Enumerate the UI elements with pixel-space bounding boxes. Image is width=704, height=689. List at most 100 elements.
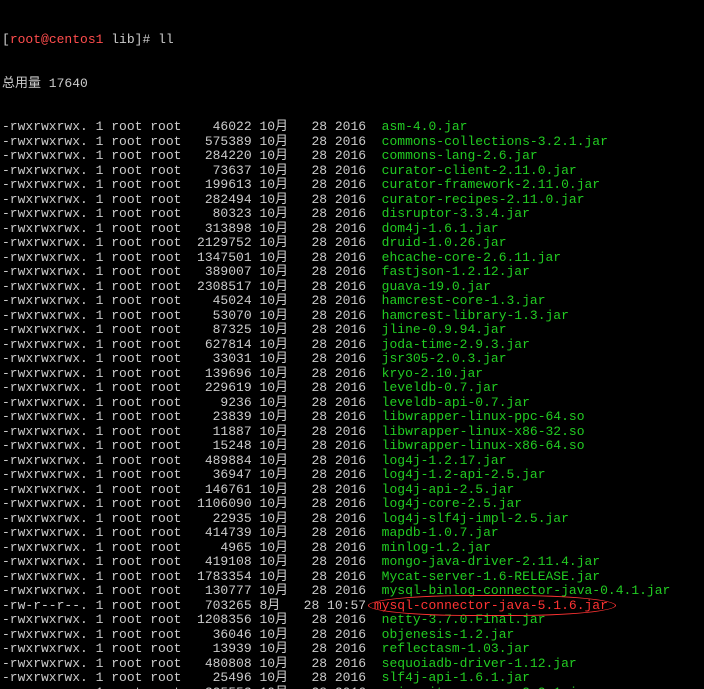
file-row: -rwxrwxrwx. 1 root root 45024 10月 28 201…	[2, 294, 702, 309]
file-meta: -rwxrwxrwx. 1 root root 1347501 10月 28 2…	[2, 250, 382, 265]
file-name: mysql-binlog-connector-java-0.4.1.jar	[382, 583, 671, 598]
file-row: -rwxrwxrwx. 1 root root 229619 10月 28 20…	[2, 381, 702, 396]
file-row: -rwxrwxrwx. 1 root root 389007 10月 28 20…	[2, 265, 702, 280]
file-row: -rwxrwxrwx. 1 root root 46022 10月 28 201…	[2, 120, 702, 135]
file-row: -rwxrwxrwx. 1 root root 1347501 10月 28 2…	[2, 251, 702, 266]
file-row: -rwxrwxrwx. 1 root root 199613 10月 28 20…	[2, 178, 702, 193]
file-row: -rwxrwxrwx. 1 root root 480808 10月 28 20…	[2, 657, 702, 672]
file-name: curator-recipes-2.11.0.jar	[382, 192, 585, 207]
file-meta: -rw-r--r--. 1 root root 703265 8月 28 10:…	[2, 598, 374, 613]
file-name: libwrapper-linux-x86-32.so	[382, 424, 585, 439]
file-name: objenesis-1.2.jar	[382, 627, 515, 642]
file-meta: -rwxrwxrwx. 1 root root 2129752 10月 28 2…	[2, 235, 382, 250]
file-name: libwrapper-linux-ppc-64.so	[382, 409, 585, 424]
file-row: -rwxrwxrwx. 1 root root 313898 10月 28 20…	[2, 222, 702, 237]
file-meta: -rwxrwxrwx. 1 root root 284220 10月 28 20…	[2, 148, 382, 163]
file-meta: -rwxrwxrwx. 1 root root 229619 10月 28 20…	[2, 380, 382, 395]
file-name: sequoiadb-driver-1.12.jar	[382, 656, 577, 671]
prompt-bracket: [	[2, 32, 10, 47]
file-row: -rwxrwxrwx. 1 root root 4965 10月 28 2016…	[2, 541, 702, 556]
file-row: -rw-r--r--. 1 root root 703265 8月 28 10:…	[2, 599, 702, 614]
file-row: -rwxrwxrwx. 1 root root 284220 10月 28 20…	[2, 149, 702, 164]
file-name: log4j-1.2.17.jar	[382, 453, 507, 468]
prompt-user-host: root@centos1	[10, 32, 104, 47]
file-row: -rwxrwxrwx. 1 root root 13939 10月 28 201…	[2, 642, 702, 657]
file-name: hamcrest-core-1.3.jar	[382, 293, 546, 308]
file-name: mapdb-1.0.7.jar	[382, 525, 499, 540]
file-meta: -rwxrwxrwx. 1 root root 575389 10月 28 20…	[2, 134, 382, 149]
file-row: -rwxrwxrwx. 1 root root 575389 10月 28 20…	[2, 135, 702, 150]
file-row: -rwxrwxrwx. 1 root root 282494 10月 28 20…	[2, 193, 702, 208]
file-name: slf4j-api-1.6.1.jar	[382, 670, 530, 685]
file-meta: -rwxrwxrwx. 1 root root 627814 10月 28 20…	[2, 337, 382, 352]
prompt-path: lib	[111, 32, 134, 47]
file-meta: -rwxrwxrwx. 1 root root 480808 10月 28 20…	[2, 656, 382, 671]
file-row: -rwxrwxrwx. 1 root root 22935 10月 28 201…	[2, 512, 702, 527]
file-row: -rwxrwxrwx. 1 root root 15248 10月 28 201…	[2, 439, 702, 454]
file-name: minlog-1.2.jar	[382, 540, 491, 555]
file-name: commons-collections-3.2.1.jar	[382, 134, 608, 149]
prompt-suffix: ]#	[135, 32, 158, 47]
file-name: leveldb-0.7.jar	[382, 380, 499, 395]
file-row: -rwxrwxrwx. 1 root root 139696 10月 28 20…	[2, 367, 702, 382]
file-name: joda-time-2.9.3.jar	[382, 337, 530, 352]
prompt-line: [root@centos1 lib]# ll	[2, 33, 702, 48]
file-meta: -rwxrwxrwx. 1 root root 45024 10月 28 201…	[2, 293, 382, 308]
file-meta: -rwxrwxrwx. 1 root root 87325 10月 28 201…	[2, 322, 382, 337]
file-name: log4j-1.2-api-2.5.jar	[382, 467, 546, 482]
file-listing: -rwxrwxrwx. 1 root root 46022 10月 28 201…	[2, 120, 702, 689]
file-name: commons-lang-2.6.jar	[382, 148, 538, 163]
file-meta: -rwxrwxrwx. 1 root root 282494 10月 28 20…	[2, 192, 382, 207]
file-name: log4j-core-2.5.jar	[382, 496, 522, 511]
file-row: -rwxrwxrwx. 1 root root 9236 10月 28 2016…	[2, 396, 702, 411]
file-name: druid-1.0.26.jar	[382, 235, 507, 250]
file-meta: -rwxrwxrwx. 1 root root 1208356 10月 28 2…	[2, 612, 382, 627]
file-meta: -rwxrwxrwx. 1 root root 33031 10月 28 201…	[2, 351, 382, 366]
file-meta: -rwxrwxrwx. 1 root root 419108 10月 28 20…	[2, 554, 382, 569]
file-row: -rwxrwxrwx. 1 root root 23839 10月 28 201…	[2, 410, 702, 425]
file-meta: -rwxrwxrwx. 1 root root 1106090 10月 28 2…	[2, 496, 382, 511]
file-name: jline-0.9.94.jar	[382, 322, 507, 337]
file-name: curator-framework-2.11.0.jar	[382, 177, 600, 192]
file-row: -rwxrwxrwx. 1 root root 325553 10月 28 20…	[2, 686, 702, 689]
file-name: log4j-slf4j-impl-2.5.jar	[382, 511, 569, 526]
file-meta: -rwxrwxrwx. 1 root root 53070 10月 28 201…	[2, 308, 382, 323]
file-row: -rwxrwxrwx. 1 root root 33031 10月 28 201…	[2, 352, 702, 367]
file-meta: -rwxrwxrwx. 1 root root 130777 10月 28 20…	[2, 583, 382, 598]
file-row: -rwxrwxrwx. 1 root root 36947 10月 28 201…	[2, 468, 702, 483]
file-meta: -rwxrwxrwx. 1 root root 36046 10月 28 201…	[2, 627, 382, 642]
file-meta: -rwxrwxrwx. 1 root root 46022 10月 28 201…	[2, 119, 382, 134]
file-name: jsr305-2.0.3.jar	[382, 351, 507, 366]
terminal-output: [root@centos1 lib]# ll 总用量 17640 -rwxrwx…	[0, 0, 704, 689]
file-name: mongo-java-driver-2.11.4.jar	[382, 554, 600, 569]
file-meta: -rwxrwxrwx. 1 root root 489884 10月 28 20…	[2, 453, 382, 468]
file-meta: -rwxrwxrwx. 1 root root 313898 10月 28 20…	[2, 221, 382, 236]
file-meta: -rwxrwxrwx. 1 root root 139696 10月 28 20…	[2, 366, 382, 381]
file-meta: -rwxrwxrwx. 1 root root 2308517 10月 28 2…	[2, 279, 382, 294]
file-row: -rwxrwxrwx. 1 root root 130777 10月 28 20…	[2, 584, 702, 599]
file-row: -rwxrwxrwx. 1 root root 1106090 10月 28 2…	[2, 497, 702, 512]
total-line: 总用量 17640	[2, 77, 702, 92]
file-row: -rwxrwxrwx. 1 root root 419108 10月 28 20…	[2, 555, 702, 570]
file-row: -rwxrwxrwx. 1 root root 36046 10月 28 201…	[2, 628, 702, 643]
file-name: hamcrest-library-1.3.jar	[382, 308, 569, 323]
file-meta: -rwxrwxrwx. 1 root root 9236 10月 28 2016	[2, 395, 382, 410]
file-name: asm-4.0.jar	[382, 119, 468, 134]
file-meta: -rwxrwxrwx. 1 root root 1783354 10月 28 2…	[2, 569, 382, 584]
file-meta: -rwxrwxrwx. 1 root root 25496 10月 28 201…	[2, 670, 382, 685]
file-meta: -rwxrwxrwx. 1 root root 73637 10月 28 201…	[2, 163, 382, 178]
file-meta: -rwxrwxrwx. 1 root root 325553 10月 28 20…	[2, 685, 382, 689]
file-name: kryo-2.10.jar	[382, 366, 483, 381]
file-row: -rwxrwxrwx. 1 root root 53070 10月 28 201…	[2, 309, 702, 324]
file-row: -rwxrwxrwx. 1 root root 11887 10月 28 201…	[2, 425, 702, 440]
prompt-command: ll	[158, 32, 174, 47]
file-row: -rwxrwxrwx. 1 root root 2308517 10月 28 2…	[2, 280, 702, 295]
file-name: leveldb-api-0.7.jar	[382, 395, 530, 410]
file-meta: -rwxrwxrwx. 1 root root 4965 10月 28 2016	[2, 540, 382, 555]
file-meta: -rwxrwxrwx. 1 root root 80323 10月 28 201…	[2, 206, 382, 221]
file-row: -rwxrwxrwx. 1 root root 627814 10月 28 20…	[2, 338, 702, 353]
file-name: mysql-connector-java-5.1.6.jar	[374, 598, 608, 613]
file-name: reflectasm-1.03.jar	[382, 641, 530, 656]
file-name: Mycat-server-1.6-RELEASE.jar	[382, 569, 600, 584]
file-row: -rwxrwxrwx. 1 root root 87325 10月 28 201…	[2, 323, 702, 338]
